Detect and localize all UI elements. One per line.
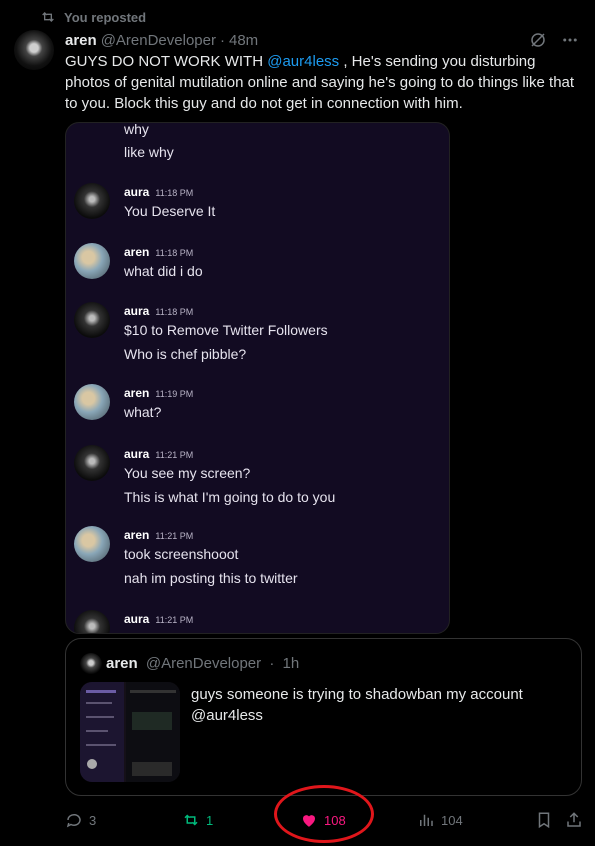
quoted-post-thumbnail[interactable] — [80, 682, 180, 782]
chat-avatar — [74, 384, 110, 420]
chat-time: 11:21 PM — [155, 615, 194, 625]
reply-icon — [66, 813, 81, 828]
post-header: aren @ArenDeveloper · 48m — [65, 30, 579, 50]
chat-avatar — [74, 445, 110, 481]
repost-count: 1 — [206, 812, 214, 828]
chat-message: aren 11:21 PM took screenshooot nah im post… — [66, 526, 449, 596]
chat-line: why — [124, 122, 149, 137]
chat-avatar — [74, 610, 110, 633]
chat-line: $10 to Remove Twitter Followers — [124, 322, 328, 338]
chat-username: aura 11:21 PM — [124, 612, 193, 626]
views-button[interactable]: 104 — [417, 807, 463, 833]
chat-line: You see my screen? — [124, 465, 251, 481]
chat-message: aura 11:21 PM — [66, 610, 449, 633]
time-separator: · — [219, 31, 225, 49]
chat-avatar — [74, 183, 110, 219]
quoted-author-handle: @ArenDeveloper — [145, 655, 262, 672]
chat-time: 11:18 PM — [155, 248, 194, 258]
chat-username: aura 11:21 PM — [124, 447, 193, 461]
bookmark-button[interactable] — [535, 807, 553, 833]
quoted-post-time: 1h — [282, 655, 300, 672]
chat-avatar — [74, 302, 110, 338]
chat-message: aren 11:19 PM what? — [66, 384, 449, 430]
repost-icon — [184, 814, 198, 826]
repost-button[interactable]: 1 — [182, 807, 213, 833]
chat-line: like why — [124, 144, 174, 160]
author-name[interactable]: aren — [65, 32, 97, 49]
chat-time: 11:18 PM — [155, 188, 194, 198]
more-options-icon[interactable] — [561, 31, 579, 49]
chat-line: what did i do — [124, 263, 203, 279]
chat-username: aren 11:21 PM — [124, 528, 193, 542]
bookmark-icon — [538, 812, 550, 829]
chat-message: aura 11:18 PM $10 to Remove Twitter Follow… — [66, 302, 449, 372]
chat-username-text: aura — [124, 185, 150, 199]
reply-count: 3 — [89, 812, 97, 828]
quoted-post-text: guys someone is trying to shadowban my a… — [191, 686, 523, 724]
chat-username-text: aren — [124, 386, 150, 400]
quoted-author-name: aren — [106, 655, 138, 672]
chat-username-text: aren — [124, 528, 150, 542]
chat-username-text: aura — [124, 447, 150, 461]
chat-message: aren 11:18 PM what did i do — [66, 243, 449, 289]
quoted-post-header: aren @ArenDeveloper · 1h — [106, 655, 299, 672]
chat-username: aren 11:19 PM — [124, 386, 193, 400]
chat-message: aura 11:21 PM You see my screen? This is wh… — [66, 445, 449, 515]
post-text-start: GUYS DO NOT WORK WITH — [65, 53, 268, 70]
chat-username-text: aren — [124, 245, 150, 259]
share-icon — [567, 812, 581, 827]
views-icon — [420, 814, 433, 826]
chat-username: aura 11:18 PM — [124, 304, 193, 318]
chat-username-text: aura — [124, 612, 150, 626]
chat-line: took screenshooot — [124, 546, 239, 562]
share-button[interactable] — [565, 807, 583, 833]
chat-avatar — [74, 526, 110, 562]
repost-label: You reposted — [64, 9, 147, 25]
post-text: GUYS DO NOT WORK WITH @aur4less , He's s… — [65, 51, 580, 114]
chat-username: aura 11:18 PM — [124, 185, 193, 199]
chat-time: 11:21 PM — [155, 531, 194, 541]
chat-line: nah im posting this to twitter — [124, 570, 298, 586]
chat-line: Who is chef pibble? — [124, 346, 247, 362]
highlight-circle — [274, 785, 374, 843]
quoted-post[interactable]: aren @ArenDeveloper · 1h guys someone is… — [65, 638, 582, 796]
post-time[interactable]: 48m — [229, 32, 258, 49]
chat-avatar — [74, 243, 110, 279]
grok-icon[interactable] — [529, 31, 547, 49]
chat-line: what? — [124, 404, 162, 420]
chat-message: aura 11:18 PM You Deserve It — [66, 183, 449, 229]
chat-username-text: aura — [124, 304, 150, 318]
quoted-time-separator: · — [269, 655, 275, 672]
author-handle[interactable]: @ArenDeveloper — [101, 32, 216, 49]
chat-line: You Deserve It — [124, 203, 216, 219]
chat-time: 11:18 PM — [155, 307, 194, 317]
chat-time: 11:21 PM — [155, 450, 194, 460]
chat-time: 11:19 PM — [155, 389, 194, 399]
chat-screenshot-image[interactable]: why like why aura 11:18 PM You Deserve It are… — [65, 122, 450, 634]
repost-indicator: You reposted — [40, 8, 146, 26]
chat-line: This is what I'm going to do to you — [124, 489, 336, 505]
quoted-author-avatar — [80, 653, 102, 675]
author-avatar[interactable] — [14, 30, 54, 70]
chat-username: aren 11:18 PM — [124, 245, 193, 259]
views-count: 104 — [441, 812, 463, 828]
reply-button[interactable]: 3 — [65, 807, 96, 833]
mention-link[interactable]: @aur4less — [267, 53, 339, 70]
repost-icon — [42, 12, 54, 22]
